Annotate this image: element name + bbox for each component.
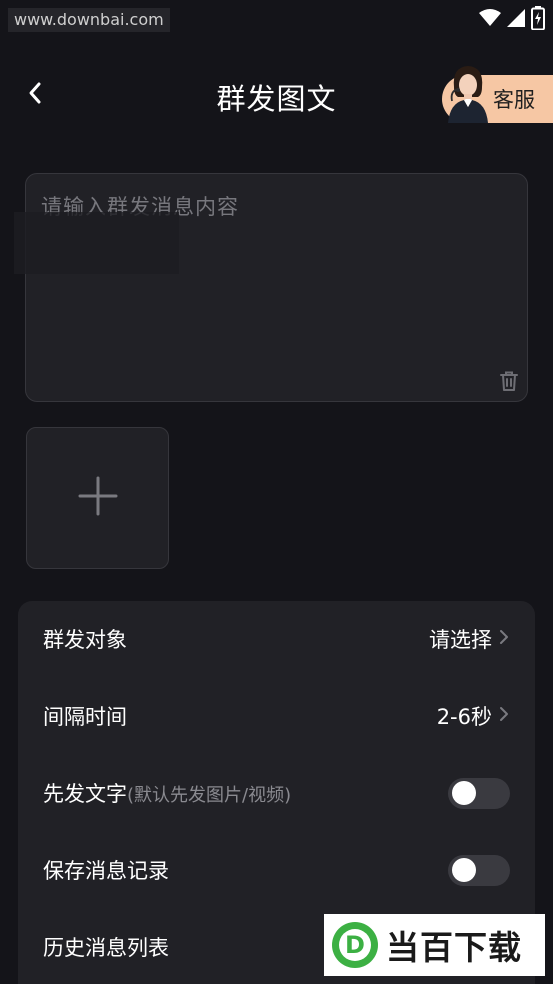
status-bar: www.downbai.com xyxy=(0,0,553,36)
clear-input-button[interactable] xyxy=(497,369,521,393)
send-text-first-toggle[interactable] xyxy=(448,777,510,809)
blurred-region xyxy=(14,212,179,274)
interval-label: 间隔时间 xyxy=(43,705,127,729)
target-row[interactable]: 群发对象 请选择 xyxy=(18,601,535,677)
d-logo-icon: D xyxy=(332,922,378,968)
wifi-icon xyxy=(479,9,501,27)
watermark-text: www.downbai.com xyxy=(8,8,170,32)
toggle-knob xyxy=(452,858,476,882)
chevron-right-icon xyxy=(498,704,510,728)
target-value: 请选择 xyxy=(429,628,492,652)
save-record-label: 保存消息记录 xyxy=(43,859,169,883)
overlay-logo: D 当百下载 xyxy=(324,914,545,976)
send-text-first-row: 先发文字(默认先发图片/视频) xyxy=(18,755,535,831)
save-record-toggle[interactable] xyxy=(448,854,510,886)
target-value-group: 请选择 xyxy=(429,624,510,654)
target-label: 群发对象 xyxy=(43,628,127,652)
toggle-knob xyxy=(452,781,476,805)
send-text-first-label: 先发文字 xyxy=(43,782,127,806)
logo-mark-letter: D xyxy=(345,931,365,959)
logo-text: 当百下载 xyxy=(386,928,522,967)
interval-row[interactable]: 间隔时间 2-6秒 xyxy=(18,678,535,754)
plus-icon xyxy=(78,476,118,520)
interval-value: 2-6秒 xyxy=(436,705,492,729)
status-icons xyxy=(479,6,545,30)
interval-value-group: 2-6秒 xyxy=(437,701,510,731)
top-nav: 群发图文 客服 xyxy=(0,60,553,130)
trash-icon xyxy=(497,371,521,397)
battery-charging-icon xyxy=(531,6,545,30)
add-media-button[interactable] xyxy=(26,427,169,569)
service-label: 客服 xyxy=(493,88,535,112)
signal-icon xyxy=(507,9,525,27)
history-label: 历史消息列表 xyxy=(43,936,169,960)
chevron-right-icon xyxy=(498,627,510,651)
send-text-first-hint: (默认先发图片/视频) xyxy=(127,785,292,806)
save-record-row: 保存消息记录 xyxy=(18,832,535,908)
send-text-first-label-group: 先发文字(默认先发图片/视频) xyxy=(43,778,291,808)
message-input[interactable]: 请输入群发消息内容 xyxy=(14,173,528,402)
service-agent-avatar xyxy=(444,61,492,123)
customer-service-button[interactable]: 客服 xyxy=(442,66,553,123)
